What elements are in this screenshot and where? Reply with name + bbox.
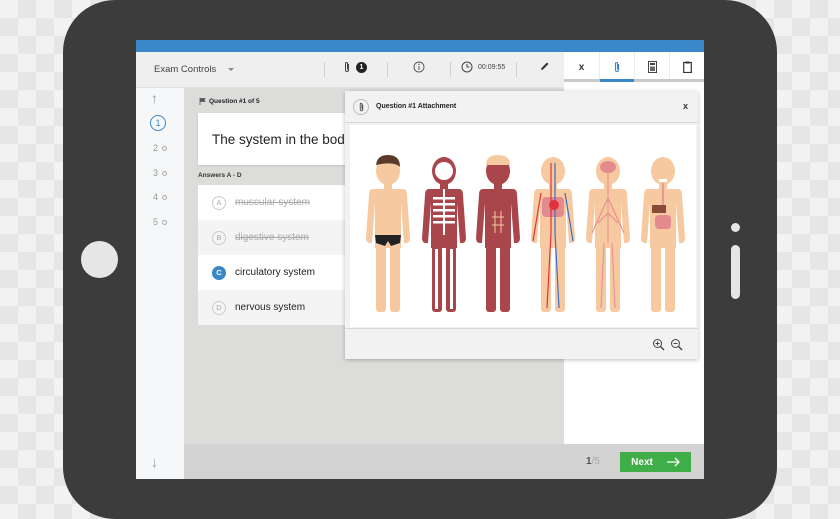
modal-title: Question #1 Attachment (376, 103, 457, 110)
side-tab-attachment[interactable] (599, 52, 634, 82)
answer-letter: D (212, 300, 226, 315)
nav-question-5[interactable]: 5 (150, 212, 170, 232)
answer-option-c[interactable]: Ccirculatory system (198, 255, 358, 290)
answers-label: Answers A - D (198, 172, 242, 179)
toolbar-divider (516, 62, 517, 77)
exam-controls-label: Exam Controls (154, 64, 217, 75)
modal-header: Question #1 Attachment x (345, 91, 698, 123)
figure-nervous-system (586, 157, 630, 312)
question-text: The system in the body (212, 132, 352, 147)
nav-number: 4 (152, 192, 158, 202)
attachment-modal: Question #1 Attachment x (345, 91, 698, 359)
chevron-down-icon (228, 68, 235, 71)
answer-option-d[interactable]: Dnervous system (198, 290, 358, 325)
nav-number: 2 (152, 143, 158, 153)
arrow-up-icon[interactable]: ↑ (151, 90, 158, 106)
pencil-button[interactable] (539, 61, 550, 72)
close-icon: x (578, 61, 585, 73)
answer-option-a[interactable]: Amuscular system (198, 185, 358, 220)
zoom-out-icon[interactable] (670, 338, 683, 351)
paperclip-icon (614, 61, 620, 72)
question-nav: ↑ 1 2 3 4 5 ↓ (136, 88, 184, 479)
figure-circulatory-system (531, 157, 575, 312)
toolbar-divider (450, 62, 451, 77)
nav-question-1[interactable]: 1 (150, 115, 166, 131)
flag-icon[interactable] (199, 98, 206, 105)
question-number-label: Question #1 of 5 (209, 98, 260, 105)
attachments-button[interactable]: 1 (343, 61, 367, 73)
unanswered-dot-icon (162, 194, 167, 200)
paperclip-icon (353, 99, 369, 115)
nav-number: 1 (155, 118, 161, 128)
modal-footer (345, 328, 698, 359)
nav-question-4[interactable]: 4 (150, 187, 170, 207)
top-accent-bar (136, 40, 704, 52)
side-tab-calculator[interactable] (634, 52, 669, 82)
total-pages: /5 (591, 456, 600, 467)
page-indicator: 1/5 (586, 456, 600, 467)
answer-letter: B (212, 230, 226, 245)
side-tab-close[interactable]: x (564, 52, 599, 82)
figure-muscular-system (476, 155, 520, 312)
nav-question-3[interactable]: 3 (150, 163, 170, 183)
answer-text: nervous system (235, 302, 306, 313)
question-card: The system in the body (198, 113, 358, 165)
timer-value: 00:09:55 (478, 63, 506, 71)
exam-toolbar: Exam Controls 1 00:09:55 (136, 52, 564, 88)
answer-list: Amuscular system Bdigestive system Ccirc… (198, 185, 358, 325)
answer-letter: A (212, 195, 226, 210)
toolbar-divider (324, 62, 325, 77)
side-tabs: x (564, 52, 704, 82)
bottom-bar: 1/5 Next (184, 444, 704, 479)
answer-letter: C (212, 265, 226, 280)
nav-number: 5 (152, 217, 158, 227)
figure-skeletal-system (422, 157, 466, 312)
clipboard-icon (682, 61, 692, 73)
answer-text: circulatory system (235, 267, 316, 278)
modal-close-button[interactable]: x (683, 101, 688, 111)
unanswered-dot-icon (162, 145, 167, 151)
paperclip-icon (345, 62, 349, 72)
body-systems-illustration (366, 155, 685, 312)
unanswered-dot-icon (162, 170, 167, 176)
arrow-down-icon[interactable]: ↓ (151, 454, 158, 470)
attachment-image (350, 125, 696, 327)
next-button[interactable]: Next (620, 452, 691, 472)
calculator-icon (647, 61, 657, 73)
attachment-count-badge: 1 (356, 61, 367, 73)
unanswered-dot-icon (162, 219, 167, 225)
clock-icon (461, 61, 473, 73)
side-slot (731, 245, 740, 299)
question-header: Question #1 of 5 (199, 98, 260, 105)
next-label: Next (631, 456, 653, 468)
answer-option-b[interactable]: Bdigestive system (198, 220, 358, 255)
pencil-icon (541, 62, 549, 70)
camera-dot (731, 223, 740, 232)
answer-text: muscular system (235, 197, 311, 208)
app-screen: Exam Controls 1 00:09:55 x ↑ 1 2 3 4 5 ↓… (136, 40, 704, 479)
side-tab-notepad[interactable] (669, 52, 704, 82)
zoom-in-icon[interactable] (652, 338, 665, 351)
arrow-right-icon (666, 457, 680, 467)
figure-body (366, 155, 410, 312)
nav-number: 3 (152, 168, 158, 178)
info-button[interactable] (413, 61, 425, 73)
home-button[interactable] (81, 241, 118, 278)
toolbar-divider (387, 62, 388, 77)
exam-controls-dropdown[interactable]: Exam Controls (154, 64, 235, 75)
nav-question-2[interactable]: 2 (150, 138, 170, 158)
figure-digestive-system (641, 157, 685, 312)
timer: 00:09:55 (461, 61, 505, 73)
answer-text: digestive system (235, 232, 309, 243)
info-icon (413, 61, 425, 73)
